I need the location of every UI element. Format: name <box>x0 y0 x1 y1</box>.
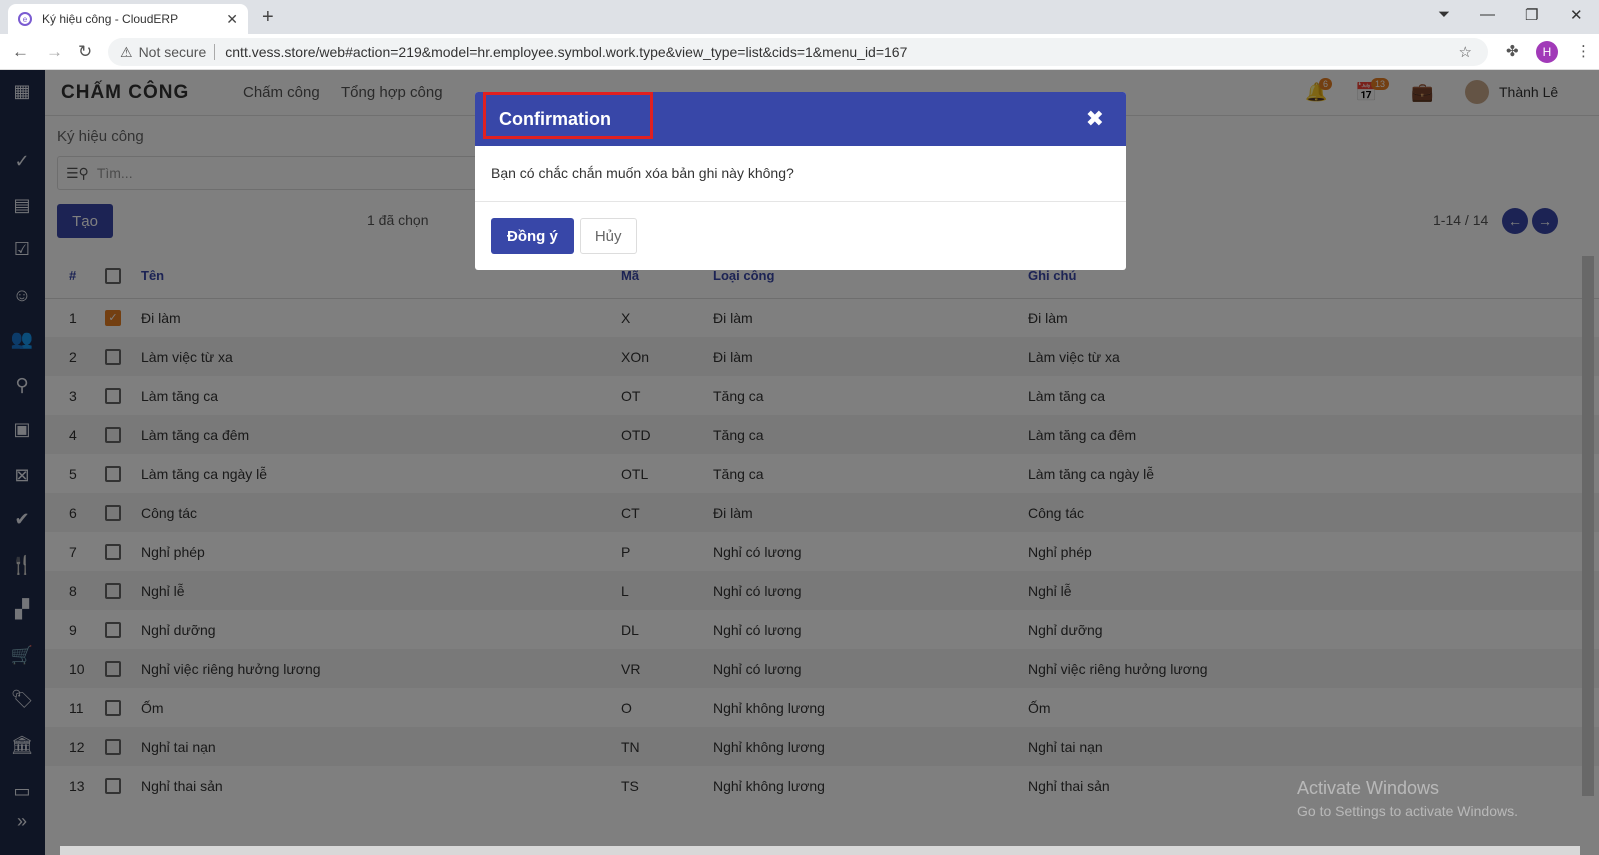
confirm-button[interactable]: Đồng ý <box>491 218 574 254</box>
profile-avatar[interactable]: H <box>1536 41 1558 63</box>
dialog-close-icon[interactable]: ✖ <box>1086 106 1104 132</box>
windows-watermark: Activate Windows Go to Settings to activ… <box>1297 778 1518 819</box>
profile-menu-icon[interactable]: ⏷ <box>1438 6 1450 23</box>
watermark-line1: Activate Windows <box>1297 778 1440 798</box>
favicon-icon: e <box>18 12 32 26</box>
address-bar-row: ← → ↻ ⚠ Not secure cntt.vess.store/web#a… <box>0 34 1599 70</box>
dialog-header: Confirmation ✖ <box>475 92 1126 146</box>
extensions-icon[interactable]: ✤ <box>1506 42 1519 60</box>
cancel-button[interactable]: Hủy <box>579 218 637 254</box>
minimize-icon[interactable]: — <box>1480 6 1495 23</box>
browser-tab[interactable]: e Ký hiệu công - CloudERP ✕ <box>8 4 248 34</box>
back-icon[interactable]: ← <box>12 42 29 62</box>
browser-tabbar: e Ký hiệu công - CloudERP ✕ + ⏷ — ❐ ✕ <box>0 0 1599 34</box>
forward-icon[interactable]: → <box>46 42 63 62</box>
warning-icon: ⚠ <box>120 43 133 60</box>
watermark-line2: Go to Settings to activate Windows. <box>1297 803 1518 819</box>
tab-title: Ký hiệu công - CloudERP <box>42 12 179 26</box>
url-field[interactable]: ⚠ Not secure cntt.vess.store/web#action=… <box>108 38 1488 66</box>
url-divider <box>214 44 216 60</box>
highlight-box <box>483 92 653 139</box>
url-text: cntt.vess.store/web#action=219&model=hr.… <box>225 44 908 60</box>
dialog-message: Bạn có chắc chắn muốn xóa bản ghi này kh… <box>475 146 1126 202</box>
browser-menu-icon[interactable]: ⋮ <box>1576 42 1591 60</box>
security-label: Not secure <box>138 44 207 60</box>
horizontal-scrollbar[interactable] <box>60 846 1580 855</box>
restore-icon[interactable]: ❐ <box>1525 6 1538 24</box>
reload-icon[interactable]: ↻ <box>78 42 92 62</box>
new-tab-icon[interactable]: + <box>262 6 274 29</box>
window-close-icon[interactable]: ✕ <box>1570 6 1583 24</box>
dialog-footer: Đồng ý Hủy <box>475 202 1126 270</box>
confirmation-dialog: Confirmation ✖ Bạn có chắc chắn muốn xóa… <box>475 92 1126 270</box>
bookmark-star-icon[interactable]: ☆ <box>1459 43 1472 61</box>
tab-close-icon[interactable]: ✕ <box>226 11 238 28</box>
